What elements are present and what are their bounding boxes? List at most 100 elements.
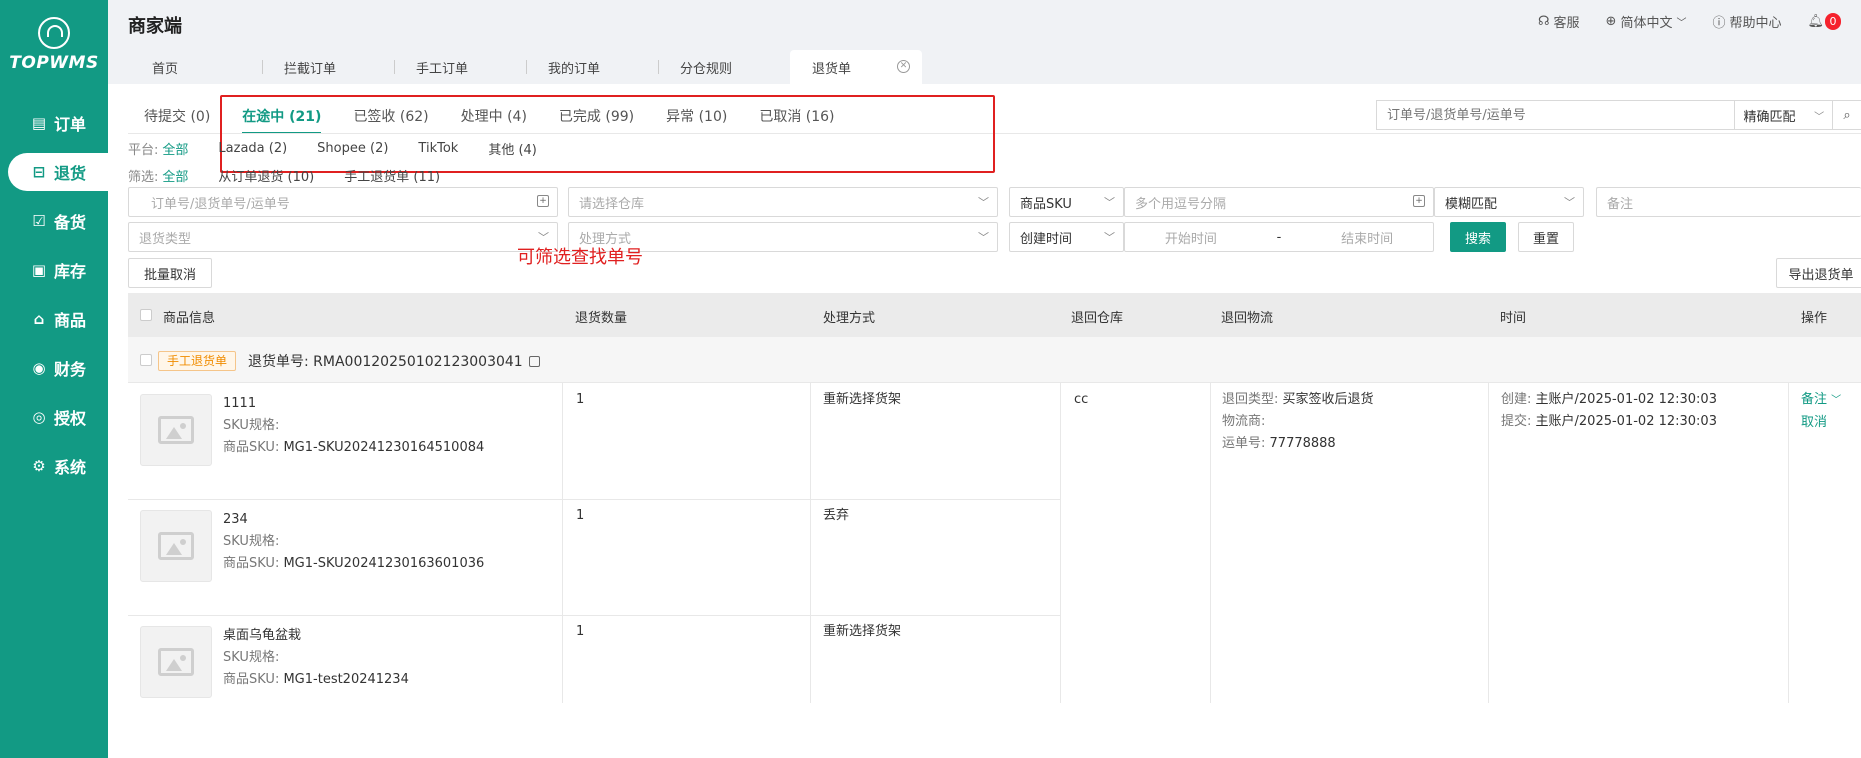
language-select[interactable]: ⊕ 简体中文 ﹀ bbox=[1606, 12, 1687, 31]
sidebar-item-auth[interactable]: ◎ 授权 bbox=[8, 398, 108, 436]
return-order-items: 1111 SKU规格: 商品SKU: MG1-SKU20241230164510… bbox=[128, 383, 1861, 703]
sidebar-item-finance[interactable]: ◉ 财务 bbox=[8, 349, 108, 387]
col-actions: 操作 bbox=[1801, 311, 1828, 326]
row-checkbox[interactable] bbox=[140, 354, 152, 366]
col-divider bbox=[1488, 383, 1489, 703]
tab-home[interactable]: 首页 bbox=[130, 50, 262, 84]
platform-other[interactable]: 其他 (4) bbox=[488, 139, 537, 158]
auth-icon: ◎ bbox=[32, 408, 46, 426]
chevron-down-icon: ﹀ bbox=[1831, 395, 1842, 406]
chevron-down-icon: ﹀ bbox=[978, 231, 989, 244]
source-from-order[interactable]: 从订单退货 (10) bbox=[218, 166, 314, 185]
export-returns-button[interactable]: 导出退货单 bbox=[1776, 258, 1861, 288]
platform-all[interactable]: 全部 bbox=[162, 139, 188, 158]
product-image-placeholder bbox=[140, 626, 212, 698]
reset-button[interactable]: 重置 bbox=[1518, 222, 1574, 252]
logo-mark-icon bbox=[38, 17, 70, 49]
tab-return-orders[interactable]: 退货单 ✕ bbox=[790, 50, 922, 84]
bell-icon: 🔔︎ bbox=[1807, 14, 1824, 29]
annotation-text: 可筛选查找单号 bbox=[517, 247, 643, 268]
fuzzy-match-select[interactable]: 模糊匹配 ﹀ bbox=[1434, 187, 1584, 217]
customer-service-link[interactable]: ☊ 客服 bbox=[1538, 12, 1580, 31]
col-divider bbox=[810, 383, 811, 703]
warehouse-select[interactable]: 请选择仓库 ﹀ bbox=[568, 187, 998, 217]
close-tab-icon[interactable]: ✕ bbox=[897, 60, 910, 73]
multi-sku-input[interactable]: 多个用逗号分隔 + bbox=[1124, 187, 1434, 217]
top-search-bar: 精确匹配﹀ ⌕ bbox=[1376, 100, 1861, 130]
col-return-warehouse: 退回仓库 bbox=[1071, 311, 1124, 326]
highlight-box bbox=[220, 95, 995, 173]
col-divider bbox=[1210, 383, 1211, 703]
date-range-picker[interactable]: 开始时间 - 结束时间 bbox=[1124, 222, 1434, 252]
col-divider bbox=[1060, 383, 1061, 703]
source-manual[interactable]: 手工退货单 (11) bbox=[344, 166, 440, 185]
top-search-input[interactable] bbox=[1377, 101, 1736, 129]
platform-filter: 平台: 全部 Lazada (2) Shopee (2) TikTok 其他 (… bbox=[128, 139, 537, 158]
help-icon: ⓘ bbox=[1712, 16, 1726, 31]
actions: 备注 ﹀ 取消 bbox=[1801, 389, 1841, 434]
image-icon bbox=[158, 648, 194, 676]
image-icon bbox=[158, 416, 194, 444]
paste-icon[interactable]: + bbox=[537, 195, 549, 207]
globe-icon: ⊕ bbox=[1605, 14, 1617, 29]
cancel-action[interactable]: 取消 bbox=[1801, 412, 1841, 434]
sidebar-item-orders[interactable]: ▤ 订单 bbox=[8, 104, 108, 142]
platform-tiktok[interactable]: TikTok bbox=[418, 141, 458, 156]
notification-badge: 0 bbox=[1825, 13, 1841, 30]
sku-type-select[interactable]: 商品SKU ﹀ bbox=[1009, 187, 1124, 217]
notification-button[interactable]: 🔔︎ 0 bbox=[1807, 13, 1841, 30]
tab-intercepted-orders[interactable]: 拦截订单 bbox=[262, 50, 394, 84]
main-content: 待提交 (0) 在途中 (21) 已签收 (62) 处理中 (4) 已完成 (9… bbox=[108, 84, 1861, 758]
page-tabs: 首页 拦截订单 手工订单 我的订单 分仓规则 退货单 ✕ bbox=[108, 48, 1861, 84]
product-info: 1111 SKU规格: 商品SKU: MG1-SKU20241230164510… bbox=[223, 396, 485, 455]
return-warehouse: cc bbox=[1074, 392, 1089, 407]
source-all[interactable]: 全部 bbox=[162, 166, 188, 185]
product-image-placeholder bbox=[140, 510, 212, 582]
image-icon bbox=[158, 532, 194, 560]
copy-icon[interactable] bbox=[528, 356, 540, 367]
order-no-input[interactable]: 订单号/退货单号/运单号 + bbox=[128, 187, 558, 217]
tab-warehouse-rules[interactable]: 分仓规则 bbox=[658, 50, 790, 84]
search-icon[interactable]: ⌕ bbox=[1833, 101, 1861, 129]
col-process-method: 处理方式 bbox=[823, 311, 876, 326]
logo: TOPWMS bbox=[0, 0, 108, 90]
sidebar-item-stock-prep[interactable]: ☑ 备货 bbox=[8, 202, 108, 240]
sidebar-item-returns[interactable]: ⊟ 退货 bbox=[8, 153, 108, 191]
platform-shopee[interactable]: Shopee (2) bbox=[317, 141, 388, 156]
return-icon: ⊟ bbox=[32, 163, 46, 181]
col-return-logistics: 退回物流 bbox=[1221, 311, 1274, 326]
remark-action[interactable]: 备注 ﹀ bbox=[1801, 389, 1841, 412]
process-method: 重新选择货架 bbox=[823, 624, 902, 639]
paste-icon[interactable]: + bbox=[1413, 195, 1425, 207]
sidebar: TOPWMS ▤ 订单 ⊟ 退货 ☑ 备货 ▣ 库存 ⌂ 商品 ◉ 财务 ◎ 授权 ⚙ 系统 bbox=[0, 0, 108, 758]
product-info: 234 SKU规格: 商品SKU: MG1-SKU202412301636010… bbox=[223, 512, 485, 571]
return-order-number: 退货单号: RMA00120250102123003041 bbox=[248, 351, 540, 371]
start-time: 开始时间 bbox=[1164, 231, 1217, 247]
select-all-checkbox[interactable] bbox=[140, 309, 152, 321]
tab-my-orders[interactable]: 我的订单 bbox=[526, 50, 658, 84]
logo-text: TOPWMS bbox=[9, 53, 99, 73]
return-type-select[interactable]: 退货类型 ﹀ bbox=[128, 222, 558, 252]
process-method: 重新选择货架 bbox=[823, 392, 902, 407]
chevron-down-icon: ﹀ bbox=[1676, 18, 1687, 29]
product-image-placeholder bbox=[140, 394, 212, 466]
search-button[interactable]: 搜索 bbox=[1450, 222, 1506, 252]
match-mode-select[interactable]: 精确匹配 ﹀ bbox=[1735, 101, 1834, 129]
time-type-select[interactable]: 创建时间 ﹀ bbox=[1009, 222, 1124, 252]
help-center-link[interactable]: ⓘ 帮助中心 bbox=[1712, 12, 1781, 31]
finance-icon: ◉ bbox=[32, 359, 46, 377]
headset-icon: ☊ bbox=[1537, 14, 1550, 29]
return-qty: 1 bbox=[576, 508, 585, 523]
tab-manual-orders[interactable]: 手工订单 bbox=[394, 50, 526, 84]
row-divider bbox=[128, 499, 1060, 500]
remark-input[interactable]: 备注 bbox=[1596, 187, 1861, 217]
sidebar-item-products[interactable]: ⌂ 商品 bbox=[8, 300, 108, 338]
col-return-qty: 退货数量 bbox=[575, 311, 628, 326]
manual-return-tag: 手工退货单 bbox=[158, 351, 237, 371]
sidebar-item-inventory[interactable]: ▣ 库存 bbox=[8, 251, 108, 289]
batch-cancel-button[interactable]: 批量取消 bbox=[128, 258, 212, 288]
platform-lazada[interactable]: Lazada (2) bbox=[218, 141, 287, 156]
sidebar-item-system[interactable]: ⚙ 系统 bbox=[8, 447, 108, 485]
chevron-down-icon: ﹀ bbox=[1104, 196, 1115, 209]
status-tab-pending[interactable]: 待提交 (0) bbox=[128, 106, 226, 134]
